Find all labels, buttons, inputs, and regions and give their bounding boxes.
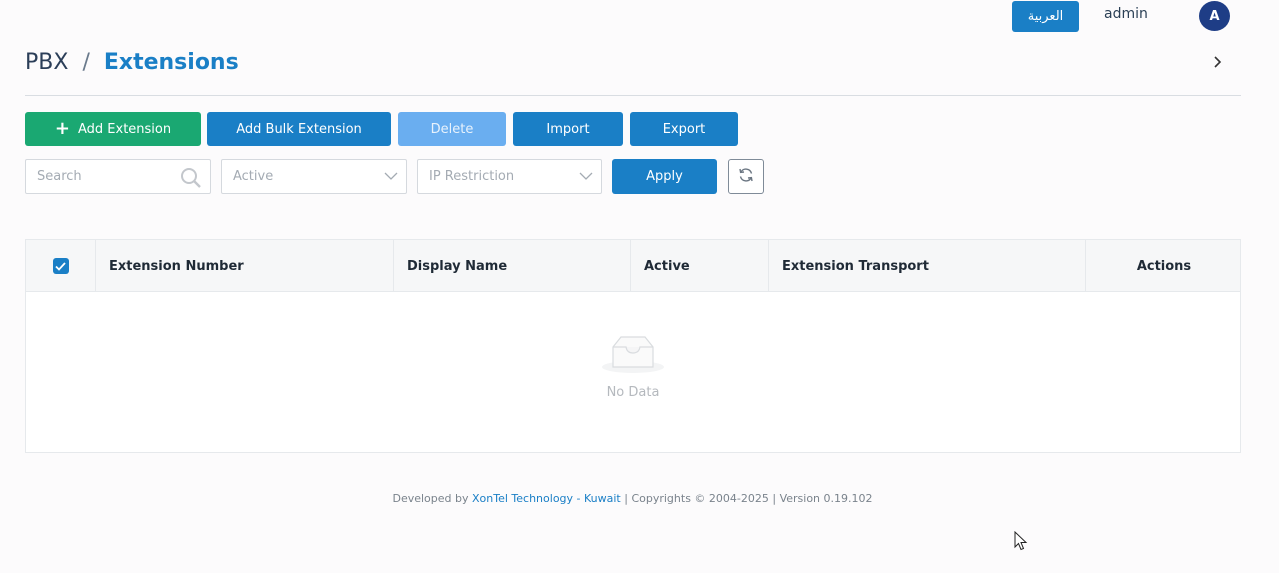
- plus-icon: +: [54, 118, 70, 139]
- avatar-initial: A: [1209, 8, 1220, 24]
- search-placeholder: Search: [37, 169, 82, 184]
- column-header-extension-number[interactable]: Extension Number: [96, 240, 394, 292]
- export-button[interactable]: Export: [630, 112, 738, 146]
- chevron-down-icon: [579, 170, 593, 185]
- ip-restriction-placeholder: IP Restriction: [429, 169, 515, 184]
- header-divider: [25, 95, 1241, 96]
- apply-button[interactable]: Apply: [612, 159, 717, 194]
- add-bulk-extension-button[interactable]: Add Bulk Extension: [207, 112, 391, 146]
- column-header-display-name[interactable]: Display Name: [394, 240, 631, 292]
- add-extension-label: Add Extension: [77, 121, 172, 137]
- empty-inbox-icon: [601, 333, 665, 379]
- footer: Developed by XonTel Technology - Kuwait …: [0, 492, 1265, 505]
- column-header-actions: Actions: [1136, 258, 1192, 274]
- empty-state-text: No Data: [606, 385, 660, 400]
- check-icon: [55, 261, 66, 271]
- chevron-down-icon: [384, 170, 398, 185]
- refresh-button[interactable]: [728, 159, 764, 194]
- avatar[interactable]: A: [1199, 1, 1230, 31]
- breadcrumb-separator: /: [82, 50, 90, 75]
- language-toggle-button[interactable]: العربية: [1012, 1, 1079, 32]
- active-select-placeholder: Active: [233, 169, 274, 184]
- chevron-right-icon[interactable]: [1212, 55, 1222, 73]
- active-select[interactable]: Active: [221, 159, 407, 194]
- footer-prefix: Developed by: [392, 492, 469, 505]
- mouse-cursor-icon: [1014, 530, 1028, 555]
- user-name[interactable]: admin: [1104, 6, 1148, 22]
- breadcrumb-root[interactable]: PBX: [25, 50, 68, 75]
- add-extension-button[interactable]: + Add Extension: [25, 112, 201, 146]
- footer-copyright: | Copyrights © 2004-2025 | Version 0.19.…: [624, 492, 873, 505]
- select-all-checkbox[interactable]: [52, 258, 69, 274]
- extensions-table: Extension Number Display Name Active Ext…: [25, 239, 1241, 453]
- delete-button[interactable]: Delete: [398, 112, 506, 146]
- search-input[interactable]: Search: [25, 159, 211, 194]
- breadcrumb: PBX / Extensions: [25, 50, 239, 75]
- column-header-active[interactable]: Active: [631, 240, 769, 292]
- empty-state: No Data: [26, 333, 1240, 400]
- ip-restriction-select[interactable]: IP Restriction: [417, 159, 602, 194]
- refresh-icon: [738, 167, 754, 187]
- import-button[interactable]: Import: [513, 112, 623, 146]
- column-header-extension-transport[interactable]: Extension Transport: [769, 240, 1086, 292]
- select-all-cell: [26, 240, 96, 292]
- search-icon[interactable]: [180, 167, 202, 193]
- footer-company-link[interactable]: XonTel Technology - Kuwait: [472, 492, 621, 505]
- page-title: Extensions: [103, 50, 239, 75]
- table-header: Extension Number Display Name Active Ext…: [26, 240, 1240, 292]
